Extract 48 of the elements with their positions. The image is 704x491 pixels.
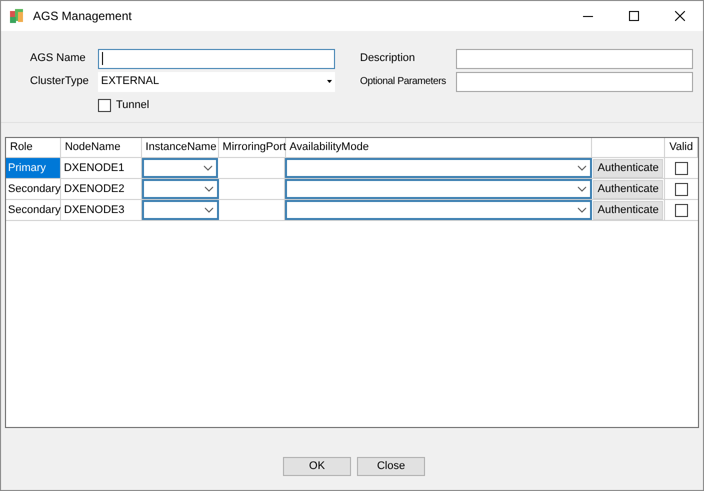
- field-label: ClusterType: [29, 74, 90, 90]
- column-header: InstanceName: [146, 140, 216, 156]
- instance-dropdown[interactable]: [142, 200, 219, 220]
- text-field[interactable]: [456, 72, 693, 92]
- checkbox-label: Tunnel: [116, 98, 150, 113]
- chevron-down-icon: [577, 186, 588, 192]
- column-header: Valid: [669, 140, 693, 156]
- column-header: NodeName: [64, 140, 120, 156]
- table-cell: DXENODE2: [61, 179, 142, 199]
- text-cursor: [102, 52, 103, 65]
- checkbox[interactable]: [98, 98, 111, 112]
- close-icon: [675, 11, 685, 21]
- field-label: Optional Parameters: [359, 75, 448, 89]
- column-header: MirroringPort: [222, 140, 286, 156]
- table-cell[interactable]: Secondary: [6, 179, 61, 199]
- authenticate-button[interactable]: Authenticate: [593, 200, 664, 220]
- dropdown-arrow-icon: [327, 80, 332, 83]
- table-cell[interactable]: Secondary: [6, 200, 61, 220]
- availability-dropdown[interactable]: [285, 158, 592, 178]
- chevron-down-icon: [204, 186, 214, 192]
- column-header: Role: [10, 140, 33, 156]
- dialog-button[interactable]: OK: [283, 457, 351, 476]
- chevron-down-icon: [203, 165, 214, 171]
- chevron-down-icon: [577, 165, 588, 171]
- table-cell[interactable]: Primary: [6, 158, 61, 178]
- app-icon: [9, 8, 25, 24]
- field-label: AGS Name: [29, 51, 87, 66]
- checkbox[interactable]: [675, 204, 688, 216]
- chevron-down-icon: [577, 207, 588, 213]
- text-field[interactable]: [98, 48, 335, 68]
- dialog-button[interactable]: Close: [357, 457, 425, 476]
- instance-dropdown[interactable]: [142, 179, 219, 199]
- checkbox[interactable]: [675, 162, 688, 174]
- authenticate-button[interactable]: Authenticate: [593, 158, 664, 178]
- instance-dropdown[interactable]: [142, 158, 218, 178]
- chevron-down-icon: [204, 207, 214, 213]
- cluster-type-dropdown[interactable]: EXTERNAL: [98, 72, 335, 92]
- authenticate-button[interactable]: Authenticate: [593, 180, 664, 198]
- column-header: AvailabilityMode: [290, 140, 369, 156]
- maximize-icon: [629, 11, 639, 21]
- table-cell: DXENODE1: [60, 158, 142, 178]
- availability-dropdown[interactable]: [285, 200, 592, 220]
- table-cell: DXENODE3: [61, 200, 142, 220]
- window-title: AGS Management: [33, 8, 132, 25]
- field-label: Description: [359, 51, 416, 66]
- checkbox[interactable]: [675, 182, 688, 196]
- availability-dropdown[interactable]: [285, 179, 592, 199]
- text-field[interactable]: [456, 48, 693, 68]
